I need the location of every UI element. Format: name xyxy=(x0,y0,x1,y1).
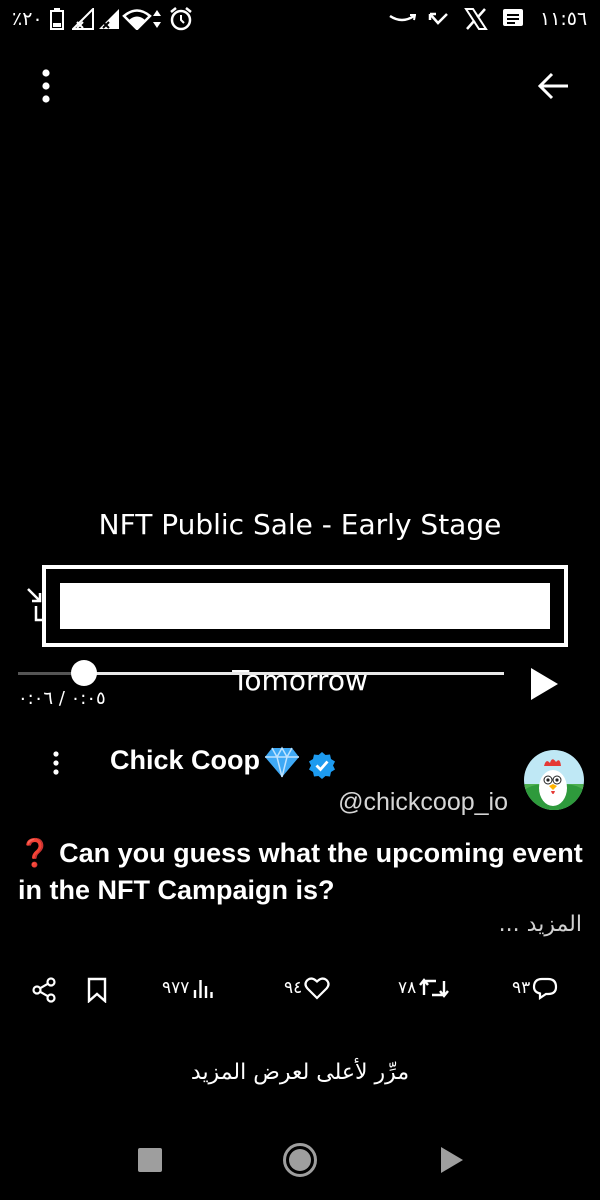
replies-count: ٩٣ xyxy=(512,978,531,998)
show-more-link[interactable]: ... المزيد xyxy=(499,912,582,937)
tweet-text-line-2: in the NFT Campaign is? xyxy=(18,875,335,905)
signal-no-service-icon-2 xyxy=(99,9,119,29)
views-count: ٩٧٧ xyxy=(162,978,190,998)
battery-percentage: ٪٢٠ xyxy=(12,8,43,30)
avatar[interactable] xyxy=(524,750,584,810)
author-handle[interactable]: @chickcoop_io xyxy=(338,788,508,817)
share-icon xyxy=(32,977,56,1003)
more-vertical-icon xyxy=(53,751,59,775)
wifi-icon xyxy=(122,9,152,30)
reply-icon xyxy=(533,977,558,1000)
time-total: ٠:٠٦ xyxy=(18,688,54,709)
bookmark-button[interactable] xyxy=(84,974,110,1006)
video-time: ٠:٠٥ / ٠:٠٦ xyxy=(18,688,106,709)
time-separator: / xyxy=(58,688,65,709)
views-button[interactable]: ٩٧٧ xyxy=(162,976,215,1000)
signal-no-service-icon xyxy=(72,8,94,30)
play-button[interactable] xyxy=(524,662,564,706)
time-current: ٠:٠٥ xyxy=(70,688,106,709)
retweets-count: ٧٨ xyxy=(398,978,417,998)
data-arrows-icon xyxy=(153,10,161,28)
battery-icon xyxy=(50,8,64,30)
more-vertical-icon xyxy=(42,69,50,103)
like-button[interactable]: ٩٤ xyxy=(284,976,330,1000)
tweet-text: ❓ Can you guess what the upcoming event … xyxy=(18,835,588,909)
nav-back-button[interactable] xyxy=(440,1146,464,1174)
diamond-emoji-icon xyxy=(265,746,299,778)
verified-badge-icon xyxy=(309,752,335,779)
heart-icon xyxy=(304,977,330,1000)
alarm-icon xyxy=(170,7,192,31)
author-name[interactable]: Chick Coop xyxy=(110,745,260,776)
share-button[interactable] xyxy=(28,974,60,1006)
message-icon xyxy=(503,9,523,26)
tweet-more-button[interactable] xyxy=(44,748,68,778)
play-icon xyxy=(531,668,558,700)
recents-button[interactable] xyxy=(138,1148,162,1172)
swipe-up-hint: مرِّر لأعلى لعرض المزيد xyxy=(190,1060,410,1085)
tweet-text-line-1: ❓ Can you guess what the upcoming event xyxy=(18,838,583,868)
x-logo-icon xyxy=(464,8,488,30)
amazon-icon xyxy=(389,14,416,22)
likes-count: ٩٤ xyxy=(284,978,303,998)
video-frame xyxy=(42,565,568,647)
bookmark-icon xyxy=(87,977,107,1003)
missed-call-icon xyxy=(428,12,448,25)
reply-button[interactable]: ٩٣ xyxy=(512,976,558,1000)
back-button[interactable] xyxy=(530,66,578,106)
clock: ١١:٥٦ xyxy=(540,8,588,30)
arrow-left-icon xyxy=(538,72,568,100)
status-bar: ٪٢٠ ١١:٥٦ xyxy=(0,0,600,40)
home-button[interactable] xyxy=(282,1142,318,1178)
video-progress-bar-graphic xyxy=(60,583,550,629)
video-title: NFT Public Sale - Early Stage xyxy=(98,508,502,541)
retweet-button[interactable]: ٧٨ xyxy=(398,976,450,1000)
retweet-icon xyxy=(419,978,450,998)
seek-thumb[interactable] xyxy=(71,660,97,686)
views-chart-icon xyxy=(194,980,214,998)
more-options-button[interactable] xyxy=(28,66,64,106)
